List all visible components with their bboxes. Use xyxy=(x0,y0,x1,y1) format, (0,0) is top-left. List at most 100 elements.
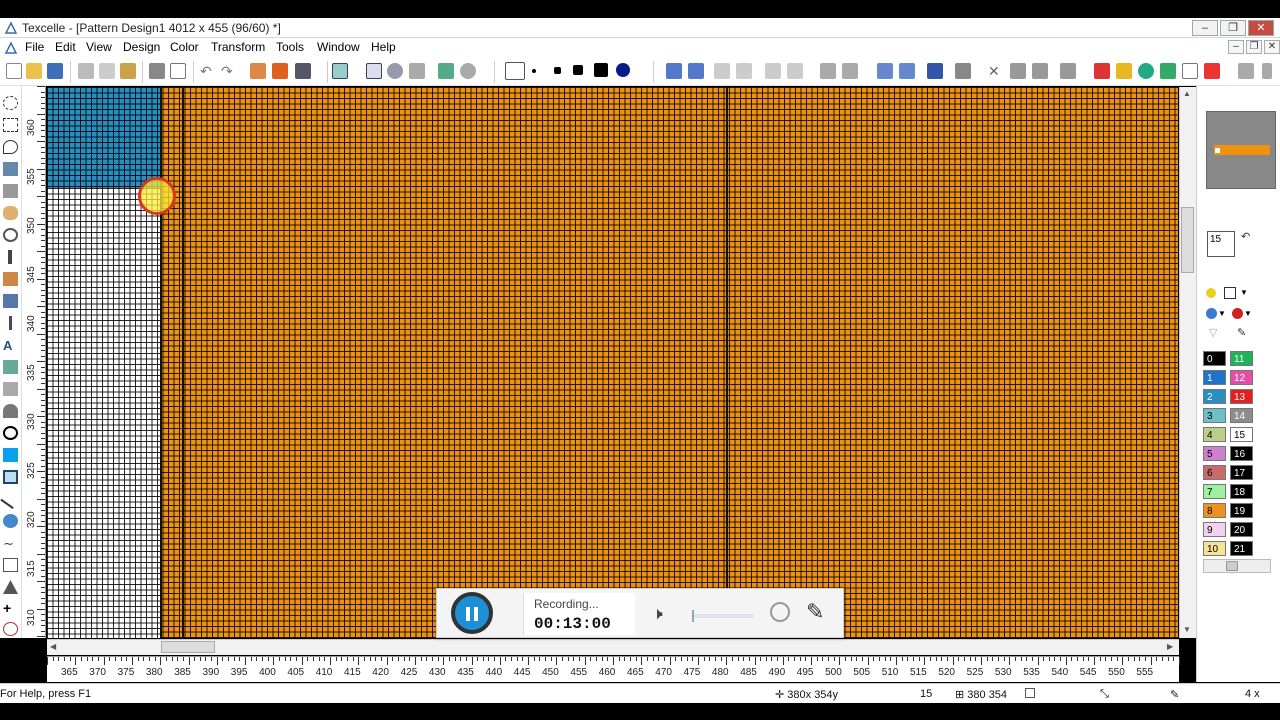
dropdown-icon[interactable]: ▼ xyxy=(1218,309,1226,318)
horizontal-scrollbar[interactable]: ◀ ▶ xyxy=(47,639,1179,655)
menu-help[interactable]: Help xyxy=(371,40,396,54)
menu-color[interactable]: Color xyxy=(170,40,199,54)
tools-icon[interactable] xyxy=(295,63,311,79)
eraser-icon[interactable] xyxy=(3,382,18,396)
flip-vertical-icon[interactable] xyxy=(688,63,704,79)
minimize-button[interactable]: – xyxy=(1192,20,1218,36)
palette-swatch-19[interactable]: 19 xyxy=(1230,503,1253,518)
pin-icon[interactable] xyxy=(955,63,971,79)
close-button[interactable]: ✕ xyxy=(1248,20,1274,36)
frame-icon[interactable] xyxy=(3,558,18,572)
print-preview-icon[interactable] xyxy=(170,63,186,79)
circle-tool-icon[interactable] xyxy=(3,426,18,440)
distribute-icon[interactable] xyxy=(842,63,858,79)
no-color-icon[interactable] xyxy=(1232,308,1243,319)
undo-icon[interactable]: ↶ xyxy=(200,63,216,79)
pen-annotate-icon[interactable]: ✎ xyxy=(806,599,824,625)
text-tool-icon[interactable]: A xyxy=(3,338,18,353)
navigator-viewport[interactable] xyxy=(1215,148,1220,153)
arrow-icon[interactable] xyxy=(927,63,943,79)
speaker-icon[interactable]: 🕨 xyxy=(652,604,663,624)
repeat-icon[interactable] xyxy=(250,63,266,79)
palette-swatch-14[interactable]: 14 xyxy=(1230,408,1253,423)
open-folder-icon[interactable] xyxy=(26,63,42,79)
globe-icon[interactable] xyxy=(1138,63,1154,79)
rect-select-icon[interactable] xyxy=(3,118,18,132)
palette-swatch-3[interactable]: 3 xyxy=(1203,408,1226,423)
palette-swatch-18[interactable]: 18 xyxy=(1230,484,1253,499)
scroll-down-icon[interactable]: ▼ xyxy=(1183,625,1191,634)
palette-swatch-7[interactable]: 7 xyxy=(1203,484,1226,499)
more-icon[interactable] xyxy=(1262,63,1272,79)
polygon-icon[interactable] xyxy=(3,580,18,594)
current-color-front[interactable]: 15 xyxy=(1207,231,1235,257)
triangle-icon[interactable] xyxy=(877,63,893,79)
mdi-restore-button[interactable]: ❐ xyxy=(1246,40,1262,54)
redo-icon[interactable]: ↷ xyxy=(221,63,237,79)
filter-icon[interactable]: ▽ xyxy=(1209,326,1217,339)
brush-size-1-icon[interactable] xyxy=(505,62,525,80)
volume-slider[interactable] xyxy=(692,610,754,622)
menu-file[interactable]: File xyxy=(25,40,44,54)
color-reduce-icon[interactable] xyxy=(1094,63,1110,79)
magic-wand-icon[interactable] xyxy=(3,162,18,176)
palette-swatch-9[interactable]: 9 xyxy=(1203,522,1226,537)
palette-scrollbar[interactable] xyxy=(1203,559,1271,573)
pattern-grid[interactable] xyxy=(47,87,1178,638)
grid-pattern-icon[interactable] xyxy=(1182,63,1198,79)
delete-icon[interactable]: ✕ xyxy=(988,63,1004,79)
dropdown-icon[interactable]: ▼ xyxy=(1240,288,1248,297)
measure-icon[interactable] xyxy=(409,63,425,79)
mdi-close-button[interactable]: ✕ xyxy=(1264,40,1280,54)
eyedropper-small-icon[interactable]: ✎ xyxy=(1237,326,1246,339)
brush-size-3-icon[interactable] xyxy=(554,67,561,74)
menu-design[interactable]: Design xyxy=(123,40,160,54)
palette-swatch-2[interactable]: 2 xyxy=(1203,389,1226,404)
vertical-scroll-thumb[interactable] xyxy=(1181,207,1194,273)
palette-icon[interactable] xyxy=(1116,63,1132,79)
line-tool-icon[interactable] xyxy=(9,316,12,330)
pattern-select-icon[interactable] xyxy=(1224,287,1236,299)
texture-icon[interactable] xyxy=(1160,63,1176,79)
export-icon[interactable] xyxy=(1238,63,1254,79)
fill-icon[interactable] xyxy=(3,294,18,308)
shape-icon[interactable] xyxy=(3,514,18,528)
maximize-button[interactable]: ❐ xyxy=(1220,20,1246,36)
palette-swatch-4[interactable]: 4 xyxy=(1203,427,1226,442)
cut-icon[interactable] xyxy=(78,63,94,79)
zoom-icon[interactable] xyxy=(387,63,403,79)
zoom-tool-icon[interactable] xyxy=(3,228,18,242)
image-icon[interactable] xyxy=(438,63,454,79)
record-icon[interactable] xyxy=(460,63,476,79)
bulb-icon[interactable] xyxy=(1206,288,1216,298)
palette-swatch-6[interactable]: 6 xyxy=(1203,465,1226,480)
align-icon[interactable] xyxy=(820,63,836,79)
grid-layout-icon[interactable] xyxy=(366,63,382,79)
palette-swatch-15[interactable]: 15 xyxy=(1230,427,1253,442)
lasso-fill-icon[interactable] xyxy=(3,622,18,636)
shift-icon[interactable] xyxy=(787,63,803,79)
palette-swatch-1[interactable]: 1 xyxy=(1203,370,1226,385)
rotate-icon[interactable] xyxy=(736,63,752,79)
menu-edit[interactable]: Edit xyxy=(55,40,76,54)
scroll-right-icon[interactable]: ▶ xyxy=(1167,642,1173,651)
menu-view[interactable]: View xyxy=(86,40,112,54)
layer-icon[interactable] xyxy=(1010,63,1026,79)
triangle-alt-icon[interactable] xyxy=(899,63,915,79)
palette-swatch-5[interactable]: 5 xyxy=(1203,446,1226,461)
menu-tools[interactable]: Tools xyxy=(276,40,304,54)
color-mode-icon[interactable] xyxy=(1206,308,1217,319)
navigator-preview[interactable] xyxy=(1206,111,1276,189)
menu-transform[interactable]: Transform xyxy=(211,40,265,54)
hand-icon[interactable] xyxy=(3,206,18,220)
volume-handle[interactable] xyxy=(692,610,694,622)
save-icon[interactable] xyxy=(47,63,63,79)
palette-swatch-8[interactable]: 8 xyxy=(1203,503,1226,518)
copy-icon[interactable] xyxy=(99,63,115,79)
layer-alt-icon[interactable] xyxy=(1032,63,1048,79)
merge-icon[interactable] xyxy=(1060,63,1076,79)
crosshair-icon[interactable]: + xyxy=(3,601,18,616)
mirror-icon[interactable] xyxy=(765,63,781,79)
mdi-minimize-button[interactable]: – xyxy=(1228,40,1244,54)
palette-swatch-0[interactable]: 0 xyxy=(1203,351,1226,366)
